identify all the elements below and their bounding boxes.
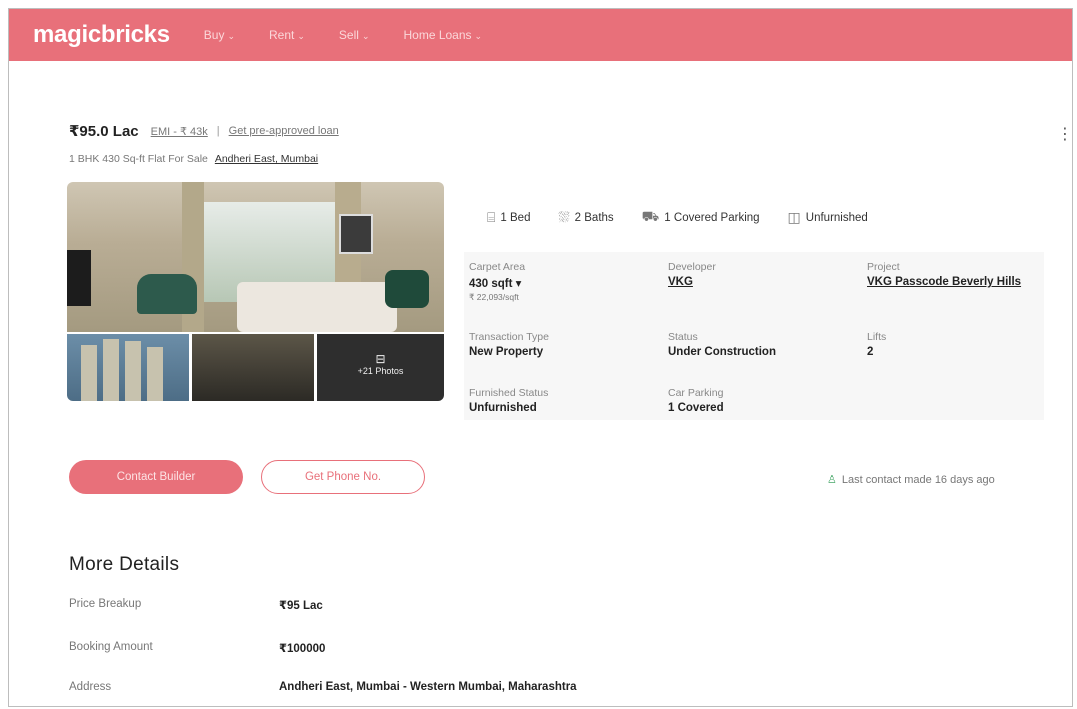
photo-pillow	[385, 270, 429, 308]
more-details-key: Booking Amount	[69, 641, 153, 653]
parking-icon: ⛟	[641, 208, 660, 224]
more-details-value: Andheri East, Mumbai - Western Mumbai, M…	[279, 681, 577, 693]
location-link[interactable]: Andheri East, Mumbai	[215, 153, 318, 165]
detail-project: Project VKG Passcode Beverly Hills	[867, 261, 1042, 288]
thumbnail-interior[interactable]	[192, 334, 314, 401]
last-contact-text: Last contact made 16 days ago	[841, 474, 995, 486]
more-details-row: Booking Amount ₹100000	[69, 641, 869, 655]
more-details-value: ₹100000	[279, 643, 326, 655]
detail-label: Transaction Type	[469, 331, 549, 343]
detail-developer: Developer VKG	[668, 261, 716, 288]
nav-item-label: Sell	[338, 28, 359, 42]
price-per-sqft: ₹ 22,093/sqft	[469, 292, 519, 302]
listing-subtitle: 1 BHK 430 Sq-ft Flat For Sale Andheri Ea…	[69, 153, 318, 165]
photo-chair	[137, 274, 197, 314]
more-options-icon[interactable]: ⋮	[1057, 124, 1072, 144]
nav-item-sell[interactable]: Sell ⌄	[339, 28, 370, 42]
bath-icon: ⛆	[558, 209, 570, 225]
nav-item-buy[interactable]: Buy ⌄	[204, 28, 235, 42]
nav-item-home-loans[interactable]: Home Loans ⌄	[403, 28, 482, 42]
thumbnail-more-photos[interactable]: ⊟ +21 Photos	[317, 334, 444, 401]
detail-value: Under Construction	[668, 346, 776, 358]
amenity-bath: ⛆ 2 Baths	[558, 209, 613, 226]
chevron-down-icon: ⌄	[474, 31, 483, 41]
detail-carpet-area: Carpet Area 430 sqft ▾ ₹ 22,093/sqft	[469, 261, 525, 303]
amenity-label: 2 Baths	[574, 211, 614, 224]
detail-value: Unfurnished	[469, 402, 537, 414]
separator: |	[216, 125, 220, 137]
camera-icon: ⊟	[375, 352, 386, 366]
more-photos-label: +21 Photos	[357, 366, 404, 376]
more-details-key: Address	[69, 681, 112, 693]
more-details-value: ₹95 Lac	[279, 600, 323, 612]
detail-label: Carpet Area	[469, 261, 526, 273]
property-details-panel: Carpet Area 430 sqft ▾ ₹ 22,093/sqft Dev…	[464, 252, 1044, 420]
emi-link[interactable]: EMI - ₹ 43k	[151, 125, 208, 138]
user-icon: ♙	[827, 474, 837, 486]
photo-wall-art	[339, 214, 373, 254]
bed-icon: ⌸	[487, 209, 496, 225]
developer-link[interactable]: VKG	[668, 276, 716, 288]
amenity-label: Unfurnished	[805, 211, 868, 224]
chevron-down-icon: ⌄	[227, 31, 236, 41]
more-details-row: Address Andheri East, Mumbai - Western M…	[69, 681, 869, 693]
carpet-area-value[interactable]: 430 sqft ▾	[469, 276, 525, 290]
amenity-bed: ⌸ 1 Bed	[487, 209, 530, 226]
page-frame: magicbricks Buy ⌄ Rent ⌄ Sell ⌄ Home Loans ⌄…	[8, 8, 1073, 707]
detail-label: Furnished Status	[469, 387, 549, 399]
detail-value: 2	[867, 346, 874, 358]
amenity-label: 1 Bed	[500, 211, 531, 224]
project-link[interactable]: VKG Passcode Beverly Hills	[867, 276, 1042, 288]
more-details-title: More Details	[69, 554, 180, 575]
building-tower	[147, 347, 163, 401]
detail-label: Lifts	[867, 331, 887, 343]
amenity-furnishing: ◫ Unfurnished	[788, 209, 868, 226]
amenities-row: ⌸ 1 Bed ⛆ 2 Baths ⛟ 1 Covered Parking ◫ …	[487, 208, 896, 227]
top-navbar: magicbricks Buy ⌄ Rent ⌄ Sell ⌄ Home Loans ⌄	[9, 9, 1072, 61]
building-tower	[103, 339, 119, 401]
nav-item-label: Home Loans	[403, 28, 472, 42]
photo-tv	[67, 250, 91, 306]
amenity-parking: ⛟ 1 Covered Parking	[642, 208, 760, 227]
chevron-down-icon: ⌄	[297, 31, 305, 41]
nav-item-rent[interactable]: Rent ⌄	[269, 28, 305, 42]
chevron-down-icon: ⌄	[361, 31, 370, 41]
last-contact-info: ♙ Last contact made 16 days ago	[827, 473, 995, 486]
more-details-key: Price Breakup	[69, 598, 142, 610]
building-tower	[125, 341, 141, 401]
get-phone-button[interactable]: Get Phone No.	[261, 460, 425, 494]
amenity-label: 1 Covered Parking	[664, 211, 760, 224]
thumbnail-building[interactable]	[67, 334, 189, 401]
detail-value: New Property	[469, 346, 544, 358]
nav-item-label: Buy	[203, 28, 225, 42]
nav-item-label: Rent	[269, 28, 295, 42]
building-tower	[81, 345, 97, 401]
detail-car-parking: Car Parking 1 Covered	[668, 387, 724, 414]
detail-lifts: Lifts 2	[867, 331, 886, 358]
detail-furnished-status: Furnished Status Unfurnished	[469, 387, 548, 414]
detail-value: 1 Covered	[668, 402, 724, 414]
main-property-photo[interactable]	[67, 182, 444, 332]
detail-label: Project	[867, 261, 900, 273]
detail-label: Car Parking	[668, 387, 724, 399]
listing-price: ₹95.0 Lac	[69, 123, 139, 140]
furniture-icon: ◫	[787, 209, 801, 225]
magicbricks-logo[interactable]: magicbricks	[33, 21, 170, 49]
detail-status: Status Under Construction	[668, 331, 776, 358]
listing-description: 1 BHK 430 Sq-ft Flat For Sale	[69, 153, 208, 165]
price-row: ₹95.0 Lac EMI - ₹ 43k | Get pre-approved…	[69, 122, 339, 140]
photo-bed	[237, 282, 397, 332]
detail-transaction-type: Transaction Type New Property	[469, 331, 549, 358]
more-details-row: Price Breakup ₹95 Lac	[69, 598, 869, 612]
detail-label: Developer	[668, 261, 716, 273]
contact-builder-button[interactable]: Contact Builder	[69, 460, 243, 494]
detail-label: Status	[668, 331, 698, 343]
pre-approved-loan-link[interactable]: Get pre-approved loan	[229, 125, 339, 137]
